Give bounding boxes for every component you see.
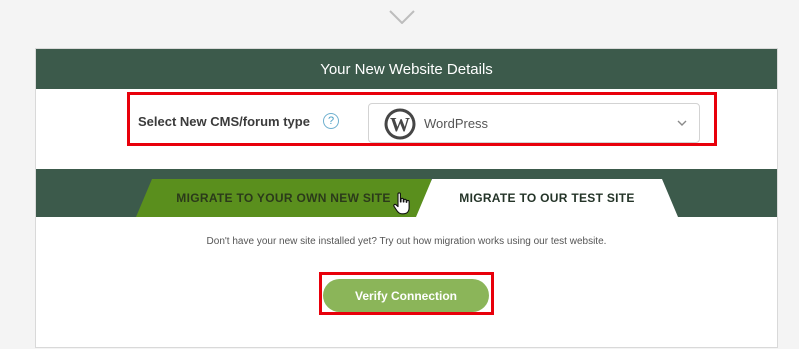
tab-own-new-site[interactable]: MIGRATE TO YOUR OWN NEW SITE xyxy=(136,179,431,217)
migration-tabs: MIGRATE TO YOUR OWN NEW SITE MIGRATE TO … xyxy=(36,169,777,217)
test-site-info: Don't have your new site installed yet? … xyxy=(206,236,607,247)
verify-highlight-box xyxy=(319,272,494,315)
section-title: Your New Website Details xyxy=(320,60,493,78)
website-details-card: Your New Website Details Select New CMS/… xyxy=(35,48,778,348)
cms-highlight-box xyxy=(127,92,717,146)
test-site-panel: Don't have your new site installed yet? … xyxy=(36,217,777,348)
tab-own-new-site-label: MIGRATE TO YOUR OWN NEW SITE xyxy=(176,191,391,205)
chevron-down-icon xyxy=(389,10,415,24)
tab-test-site-label: MIGRATE TO OUR TEST SITE xyxy=(459,191,635,205)
cms-type-row: Select New CMS/forum type ? W WordPress xyxy=(36,89,777,169)
tab-test-site[interactable]: MIGRATE TO OUR TEST SITE xyxy=(416,179,678,217)
hand-cursor-icon xyxy=(393,192,410,215)
section-header: Your New Website Details xyxy=(36,49,777,89)
